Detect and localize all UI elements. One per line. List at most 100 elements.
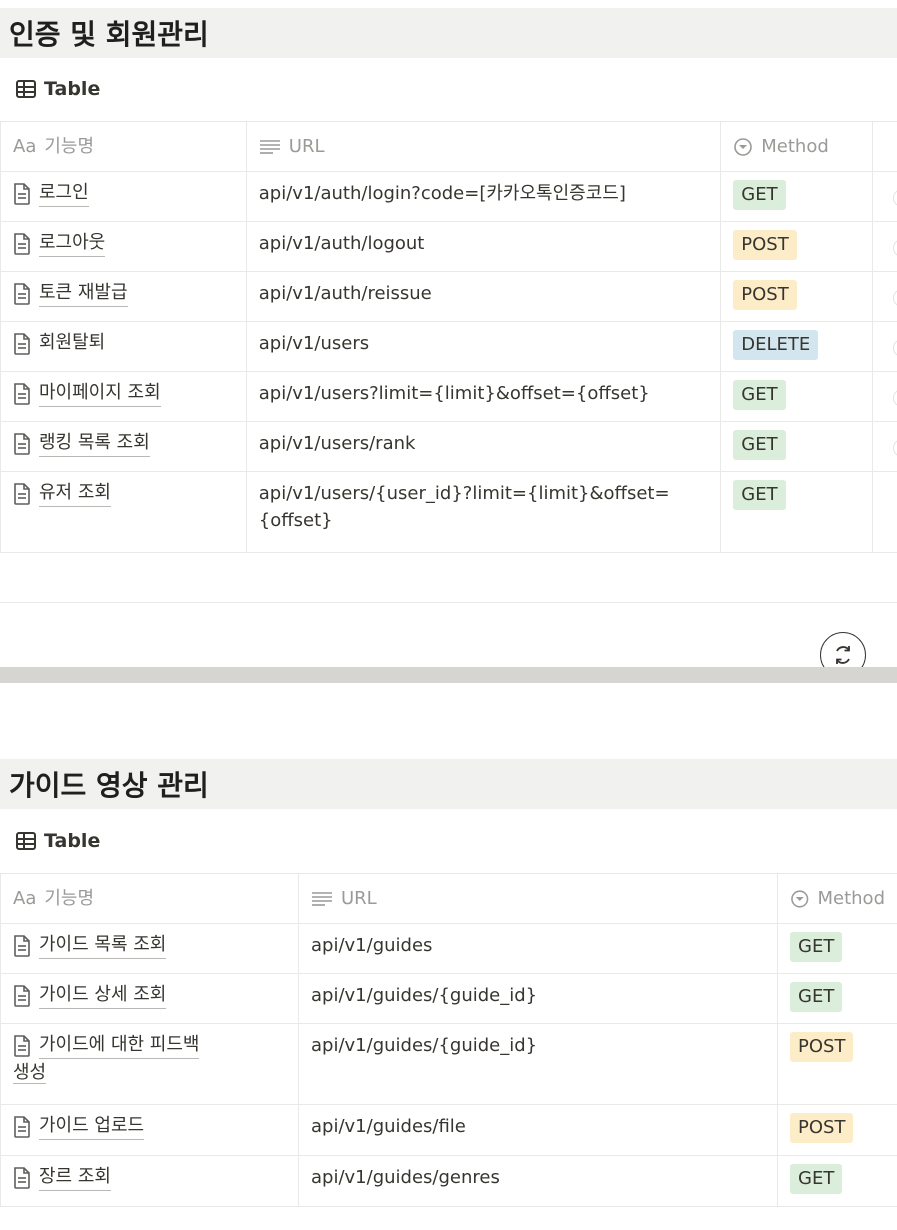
url-cell[interactable]: api/v1/guides/file — [299, 1105, 778, 1155]
refresh-icon — [836, 646, 850, 664]
url-cell[interactable]: api/v1/auth/logout — [247, 222, 722, 271]
method-cell[interactable]: GET — [778, 924, 897, 973]
method-cell[interactable]: POST — [721, 272, 873, 321]
table-row[interactable]: 로그아웃 api/v1/auth/logout POST — [0, 222, 897, 272]
name-cell[interactable]: 유저 조회 — [0, 472, 247, 552]
row-title[interactable]: 가이드 상세 조회 — [39, 982, 167, 1009]
row-title[interactable]: 가이드에 대한 피드백 — [39, 1032, 200, 1059]
method-cell[interactable]: GET — [721, 472, 873, 552]
table-row[interactable]: 로그인 api/v1/auth/login?code=[카카오톡인증코드] GE… — [0, 172, 897, 222]
method-tag: POST — [733, 280, 797, 310]
text-property-icon: Aa — [13, 888, 37, 909]
table-header-row: Aa 기능명 URL Method — [0, 873, 897, 924]
method-cell[interactable]: GET — [721, 172, 873, 221]
row-title[interactable]: 랭킹 목록 조회 — [39, 430, 150, 457]
column-header-more[interactable] — [873, 122, 897, 171]
column-header-method[interactable]: Method — [778, 874, 897, 923]
url-cell[interactable]: api/v1/auth/reissue — [247, 272, 722, 321]
url-cell[interactable]: api/v1/guides/{guide_id} — [299, 1024, 778, 1104]
method-tag: GET — [790, 1164, 843, 1194]
method-cell[interactable]: DELETE — [721, 322, 873, 371]
table-row[interactable]: 가이드 업로드 api/v1/guides/file POST — [0, 1105, 897, 1156]
page-icon — [14, 333, 30, 355]
view-label-text: Table — [44, 830, 101, 852]
method-tag: POST — [790, 1032, 854, 1062]
name-cell[interactable]: 회원탈퇴 — [0, 322, 247, 371]
empty-row[interactable] — [0, 553, 897, 603]
method-cell[interactable]: GET — [778, 1156, 897, 1206]
text-property-icon: Aa — [13, 136, 37, 157]
method-tag: GET — [733, 430, 786, 460]
row-title[interactable]: 유저 조회 — [39, 480, 111, 507]
name-cell[interactable]: 로그인 — [0, 172, 247, 221]
row-title[interactable]: 로그인 — [39, 180, 89, 207]
method-tag: POST — [790, 1113, 854, 1143]
view-label-text: Table — [44, 78, 101, 100]
name-cell[interactable]: 로그아웃 — [0, 222, 247, 271]
row-title[interactable]: 회원탈퇴 — [39, 330, 105, 356]
column-header-url[interactable]: URL — [299, 874, 778, 923]
table-guide: Aa 기능명 URL Method 가이드 목록 조회 api/v1/guide… — [0, 873, 897, 1207]
table-row[interactable]: 가이드에 대한 피드백 생성 api/v1/guides/{guide_id} … — [0, 1024, 897, 1105]
name-cell[interactable]: 토큰 재발급 — [0, 272, 247, 321]
method-cell[interactable]: GET — [721, 372, 873, 421]
page-icon — [14, 935, 30, 957]
section-heading-guide: 가이드 영상 관리 — [0, 759, 897, 809]
table-row[interactable]: 가이드 목록 조회 api/v1/guides GET — [0, 924, 897, 974]
table-row[interactable]: 랭킹 목록 조회 api/v1/users/rank GET — [0, 422, 897, 472]
column-header-name[interactable]: Aa 기능명 — [0, 122, 247, 171]
url-cell[interactable]: api/v1/guides — [299, 924, 778, 973]
table-view-tab[interactable]: Table — [16, 830, 100, 852]
page-icon — [14, 985, 30, 1007]
column-header-method[interactable]: Method — [721, 122, 873, 171]
url-cell[interactable]: api/v1/users — [247, 322, 722, 371]
column-header-name[interactable]: Aa 기능명 — [0, 874, 299, 923]
method-cell[interactable]: POST — [721, 222, 873, 271]
page-icon — [14, 483, 30, 505]
row-title-continued[interactable]: 생성 — [13, 1062, 47, 1084]
table-row[interactable]: 토큰 재발급 api/v1/auth/reissue POST — [0, 272, 897, 322]
row-title[interactable]: 마이페이지 조회 — [39, 380, 161, 407]
table-row[interactable]: 장르 조회 api/v1/guides/genres GET — [0, 1156, 897, 1207]
table-view-tab[interactable]: Table — [16, 78, 100, 100]
method-tag: GET — [733, 480, 786, 510]
page-icon — [14, 433, 30, 455]
row-title[interactable]: 토큰 재발급 — [39, 280, 128, 307]
table-auth: Aa 기능명 URL Method 로그인 api/v1/auth/login?… — [0, 121, 897, 603]
method-cell[interactable]: GET — [721, 422, 873, 471]
name-cell[interactable]: 마이페이지 조회 — [0, 372, 247, 421]
row-title[interactable]: 가이드 업로드 — [39, 1113, 145, 1140]
method-cell[interactable]: POST — [778, 1105, 897, 1155]
name-cell[interactable]: 가이드에 대한 피드백 생성 — [0, 1024, 299, 1104]
page-icon — [14, 1116, 30, 1138]
url-cell[interactable]: api/v1/users?limit={limit}&offset={offse… — [247, 372, 722, 421]
name-cell[interactable]: 장르 조회 — [0, 1156, 299, 1206]
table-row[interactable]: 회원탈퇴 api/v1/users DELETE — [0, 322, 897, 372]
page-icon — [14, 233, 30, 255]
row-title[interactable]: 장르 조회 — [39, 1164, 111, 1191]
method-tag: GET — [733, 180, 786, 210]
table-row[interactable]: 가이드 상세 조회 api/v1/guides/{guide_id} GET — [0, 974, 897, 1024]
section-heading-auth: 인증 및 회원관리 — [0, 8, 897, 58]
name-cell[interactable]: 가이드 업로드 — [0, 1105, 299, 1155]
method-cell[interactable]: GET — [778, 974, 897, 1023]
column-header-url[interactable]: URL — [247, 122, 722, 171]
row-title[interactable]: 가이드 목록 조회 — [39, 932, 167, 959]
url-cell[interactable]: api/v1/users/rank — [247, 422, 722, 471]
row-title[interactable]: 로그아웃 — [39, 230, 106, 257]
lines-icon — [312, 891, 332, 906]
method-tag: POST — [733, 230, 797, 260]
table-row[interactable]: 유저 조회 api/v1/users/{user_id}?limit={limi… — [0, 472, 897, 553]
method-cell[interactable]: POST — [778, 1024, 897, 1104]
url-cell[interactable]: api/v1/users/{user_id}?limit={limit}&off… — [247, 472, 722, 552]
name-cell[interactable]: 랭킹 목록 조회 — [0, 422, 247, 471]
name-cell[interactable]: 가이드 목록 조회 — [0, 924, 299, 973]
url-cell[interactable]: api/v1/auth/login?code=[카카오톡인증코드] — [247, 172, 722, 221]
url-cell[interactable]: api/v1/guides/{guide_id} — [299, 974, 778, 1023]
url-cell[interactable]: api/v1/guides/genres — [299, 1156, 778, 1206]
method-tag: GET — [790, 982, 843, 1012]
page-icon — [14, 283, 30, 305]
lines-icon — [259, 139, 280, 154]
name-cell[interactable]: 가이드 상세 조회 — [0, 974, 299, 1023]
table-row[interactable]: 마이페이지 조회 api/v1/users?limit={limit}&offs… — [0, 372, 897, 422]
